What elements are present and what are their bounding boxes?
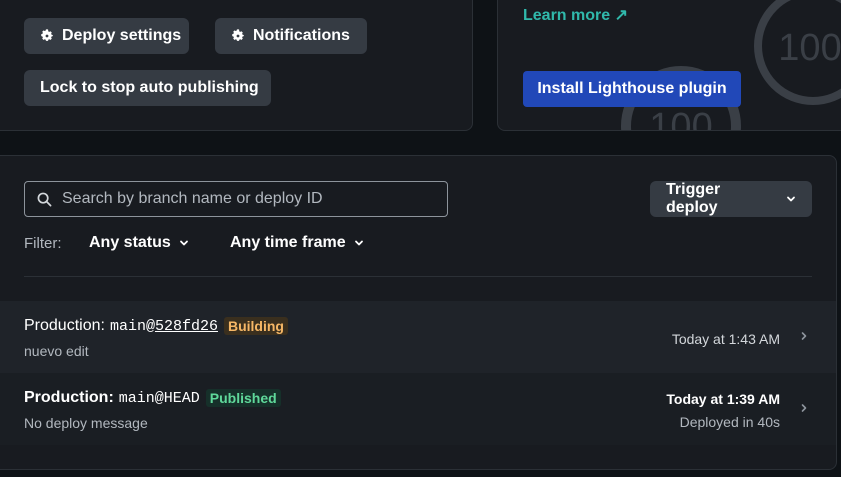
time-frame-filter-value: Any time frame [230,234,346,251]
filter-label: Filter: [24,235,62,252]
deploy-branch: main@ [109,317,155,335]
deploy-time: Today at 1:39 AM [666,391,780,407]
install-lighthouse-plugin-button[interactable]: Install Lighthouse plugin [523,71,741,107]
chevron-down-icon [786,194,796,204]
status-badge: Building [223,317,288,335]
gear-icon [231,29,245,43]
notifications-label: Notifications [253,27,350,44]
deploy-context: Production: [24,389,114,406]
deploy-duration: Deployed in 40s [679,414,780,430]
divider [24,276,812,277]
time-frame-filter-dropdown[interactable]: Any time frame [230,234,364,252]
trigger-deploy-button[interactable]: Trigger deploy [650,181,812,217]
deploy-message: nuevo edit [24,343,89,359]
deploy-context: Production: [24,317,105,334]
lock-auto-publishing-label: Lock to stop auto publishing [40,79,259,96]
deploy-time: Today at 1:43 AM [671,331,780,347]
status-filter-value: Any status [89,234,171,251]
deploy-settings-label: Deploy settings [62,27,182,44]
search-icon [37,192,52,207]
deploys-card: Trigger deploy Filter: Any status Any ti… [0,155,837,470]
deploy-ref: HEAD [163,389,200,407]
lock-auto-publishing-button[interactable]: Lock to stop auto publishing [24,70,271,106]
deploy-title: Production: main@ 528fd26 Building [24,317,288,335]
chevron-right-icon [800,331,808,341]
deploy-branch: main@ [118,389,164,407]
deploy-list-item[interactable]: Production: main@ HEAD Published No depl… [0,373,836,445]
deploy-settings-card: Deploy settings Notifications Lock to st… [0,0,473,131]
chevron-down-icon [354,238,364,248]
status-badge: Published [205,389,281,407]
deploy-settings-button[interactable]: Deploy settings [24,18,189,54]
deploy-message: No deploy message [24,415,148,431]
trigger-deploy-label: Trigger deploy [666,181,721,216]
lighthouse-card: 100 100 Learn more ↗ Install Lighthouse … [497,0,841,131]
notifications-button[interactable]: Notifications [215,18,367,54]
status-filter-dropdown[interactable]: Any status [89,234,189,252]
deploy-commit-link[interactable]: 528fd26 [155,318,218,335]
chevron-right-icon [800,403,808,413]
gear-icon [40,29,54,43]
search-input[interactable] [62,190,435,208]
gauge-score-text: 100 [778,27,841,69]
deploy-list-item[interactable]: Production: main@ 528fd26 Building nuevo… [0,301,836,373]
deploy-title: Production: main@ HEAD Published [24,389,281,407]
install-lighthouse-plugin-label: Install Lighthouse plugin [537,80,727,97]
learn-more-link[interactable]: Learn more ↗ [523,5,628,25]
deploy-search-field[interactable] [24,181,448,217]
chevron-down-icon [179,238,189,248]
gauge-score-text: 100 [649,106,712,131]
lighthouse-score-gauge-icon: 100 [754,0,841,105]
